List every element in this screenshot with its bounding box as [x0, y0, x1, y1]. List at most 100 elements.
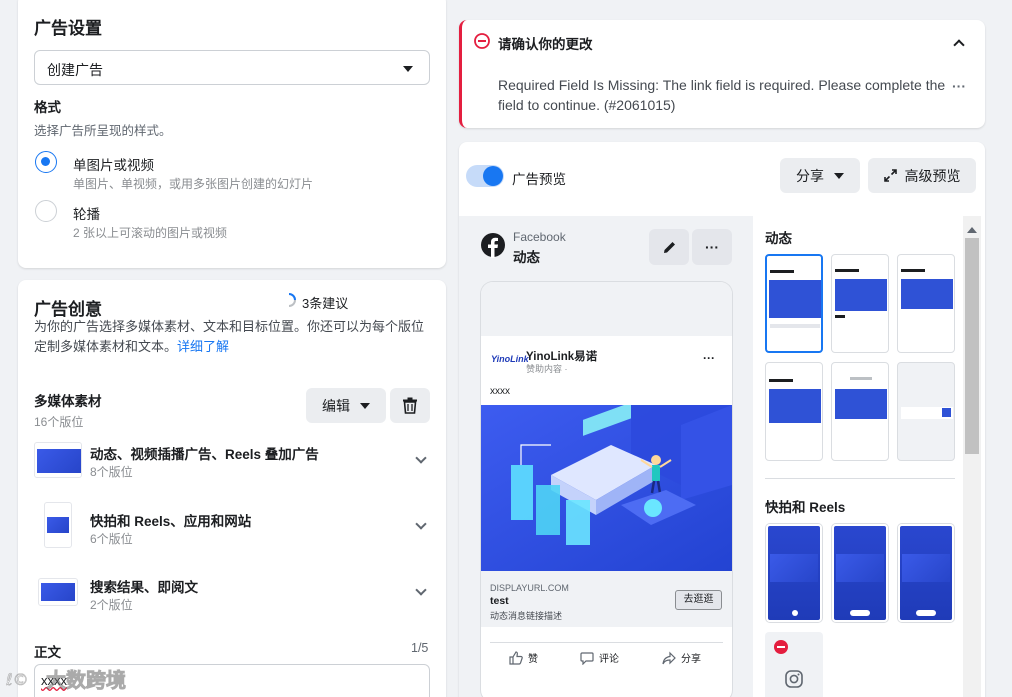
- post-body-text: xxxx: [490, 386, 510, 397]
- comment-label: 评论: [599, 654, 619, 665]
- scrollbar-thumb[interactable]: [965, 238, 979, 454]
- advanced-preview-label: 高级预览: [904, 167, 961, 184]
- feed-thumb-1[interactable]: [765, 254, 823, 353]
- trash-icon: [403, 397, 417, 414]
- placement-thumb: [34, 442, 82, 478]
- brand-logo: YinoLink: [491, 354, 529, 364]
- media-placement-count: 16个版位: [34, 415, 84, 429]
- radio-single-image[interactable]: [35, 151, 57, 173]
- share-label: 分享: [796, 167, 824, 184]
- edit-preview-button[interactable]: [649, 229, 689, 265]
- caret-down-icon: [834, 172, 844, 179]
- share-action[interactable]: 分享: [662, 650, 701, 665]
- story-thumb-2[interactable]: [832, 524, 888, 622]
- format-desc: 选择广告所呈现的样式。: [34, 124, 172, 138]
- placement-count: 6个版位: [90, 532, 133, 546]
- section-feeds-title: 动态: [765, 231, 792, 246]
- primary-text-counter: 1/5: [411, 641, 429, 655]
- comment-icon: [580, 651, 594, 665]
- option-single-image-label: 单图片或视频: [73, 158, 154, 173]
- post-divider: [490, 642, 723, 643]
- radio-carousel[interactable]: [35, 200, 57, 222]
- watermark: ℓ© 大数跨境: [6, 664, 126, 693]
- learn-more-link[interactable]: 详细了解: [177, 339, 229, 354]
- placement-thumb: [44, 502, 72, 548]
- ad-type-dropdown-value: 创建广告: [47, 62, 103, 78]
- preview-more-button[interactable]: ···: [692, 229, 732, 265]
- primary-text-label: 正文: [34, 645, 61, 660]
- link-headline: test: [490, 595, 509, 607]
- share-label: 分享: [681, 654, 701, 665]
- edit-media-label: 编辑: [322, 397, 350, 414]
- format-label: 格式: [34, 100, 61, 115]
- watermark-text: 大数跨境: [46, 670, 127, 693]
- placement-row-search[interactable]: 搜索结果、即阅文 2个版位: [34, 568, 434, 618]
- option-single-image-desc: 单图片、单视频，或用多张图片创建的幻灯片: [73, 177, 314, 191]
- placement-row-stories[interactable]: 快拍和 Reels、应用和网站 6个版位: [34, 502, 434, 552]
- caret-down-icon: [403, 66, 413, 72]
- share-button[interactable]: 分享: [780, 158, 860, 193]
- post-top-bar: [481, 282, 732, 336]
- placement-name: 动态、视频插播广告、Reels 叠加广告: [90, 447, 319, 462]
- like-label: 赞: [528, 654, 538, 665]
- placement-name: 快拍和 Reels、应用和网站: [90, 514, 252, 529]
- preview-toggle-label: 广告预览: [512, 172, 566, 187]
- chevron-down-icon: [415, 452, 427, 464]
- post-image: [481, 405, 732, 571]
- placement-row-feeds[interactable]: 动态、视频插播广告、Reels 叠加广告 8个版位: [34, 436, 434, 486]
- error-icon: [474, 33, 490, 49]
- alert-title: 请确认你的更改: [498, 37, 593, 52]
- option-carousel-desc: 2 张以上可滚动的图片或视频: [73, 226, 228, 240]
- blocked-icon: [774, 640, 788, 654]
- thumbs-up-icon: [509, 650, 523, 665]
- like-action[interactable]: 赞: [509, 650, 538, 665]
- preview-toggle[interactable]: [466, 165, 504, 187]
- section-stories-title: 快拍和 Reels: [765, 500, 846, 515]
- instagram-icon: [785, 670, 803, 688]
- feed-thumb-6[interactable]: [897, 362, 955, 461]
- preview-placement: 动态: [513, 250, 540, 265]
- post-more-icon[interactable]: ···: [703, 351, 715, 365]
- placement-name: 搜索结果、即阅文: [90, 580, 198, 595]
- chevron-down-icon: [415, 518, 427, 530]
- alert-more-button[interactable]: ···: [952, 78, 966, 94]
- scroll-up-arrow[interactable]: [967, 227, 977, 233]
- advanced-preview-button[interactable]: 高级预览: [868, 158, 976, 193]
- link-description: 动态消息链接描述: [490, 611, 563, 621]
- expand-icon: [883, 169, 897, 182]
- svg-text:ℓ©: ℓ©: [6, 670, 29, 689]
- display-url: DISPLAYURL.COM: [490, 583, 569, 593]
- sponsored-label: 赞助内容 ·: [526, 364, 568, 374]
- chevron-down-icon: [415, 584, 427, 596]
- placement-thumb: [38, 578, 78, 606]
- ad-type-dropdown[interactable]: 创建广告: [34, 50, 430, 85]
- pencil-icon: [663, 241, 675, 253]
- share-arrow-icon: [662, 651, 676, 664]
- feed-thumb-4[interactable]: [765, 362, 823, 461]
- caret-down-icon: [360, 402, 370, 409]
- toggle-knob: [483, 166, 503, 186]
- story-thumb-1[interactable]: [766, 524, 822, 622]
- edit-media-button[interactable]: 编辑: [306, 388, 386, 423]
- spinner-icon: [288, 293, 296, 307]
- media-label: 多媒体素材: [34, 394, 102, 409]
- comment-action[interactable]: 评论: [580, 650, 619, 665]
- feed-thumb-2[interactable]: [831, 254, 889, 353]
- story-thumb-3[interactable]: [898, 524, 954, 622]
- feed-thumb-3[interactable]: [897, 254, 955, 353]
- facebook-icon: [481, 233, 505, 258]
- placement-count: 8个版位: [90, 465, 133, 479]
- option-carousel-label: 轮播: [73, 207, 100, 222]
- post-preview: YinoLink YinoLink易诺 赞助内容 · ··· xxxx DISP…: [481, 282, 732, 697]
- cta-button[interactable]: 去逛逛: [675, 590, 722, 610]
- watermark-logo-icon: ℓ©: [6, 669, 29, 689]
- preview-platform: Facebook: [513, 230, 566, 244]
- section-divider: [765, 478, 955, 479]
- suggestions-count[interactable]: 3条建议: [302, 293, 348, 312]
- delete-media-button[interactable]: [390, 388, 430, 423]
- ad-settings-title: 广告设置: [34, 19, 102, 38]
- feed-thumb-5[interactable]: [831, 362, 889, 461]
- placement-count: 2个版位: [90, 598, 133, 612]
- creative-desc: 为你的广告选择多媒体素材、文本和目标位置。你还可以为每个版位定制多媒体素材和文本…: [34, 317, 424, 357]
- alert-message: Required Field Is Missing: The link fiel…: [498, 77, 946, 113]
